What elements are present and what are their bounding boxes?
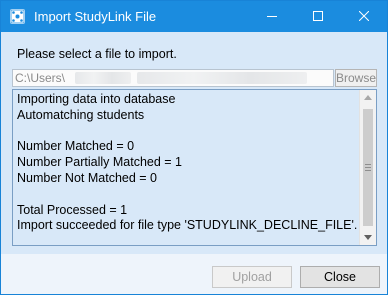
import-log-content: Importing data into database Automatchin… (17, 92, 358, 233)
log-scrollbar[interactable] (359, 90, 376, 245)
browse-button[interactable]: Browse (335, 69, 377, 87)
maximize-icon (313, 11, 323, 21)
minimize-button[interactable] (249, 1, 295, 32)
close-button[interactable]: Close (300, 266, 380, 288)
scroll-thumb[interactable] (363, 109, 373, 226)
file-path-value: C:\Users\ (15, 71, 66, 85)
grip-line (365, 167, 371, 168)
close-window-button[interactable] (341, 1, 387, 32)
redacted-path-segment (75, 72, 131, 84)
scroll-down-arrow-icon[interactable] (364, 235, 372, 240)
upload-button[interactable]: Upload (212, 266, 292, 288)
window-title: Import StudyLink File (34, 9, 157, 24)
app-dialog-icon (10, 9, 25, 24)
import-dialog: Import StudyLink File Please select a fi… (0, 0, 388, 295)
maximize-button[interactable] (295, 1, 341, 32)
import-log-textarea[interactable]: Importing data into database Automatchin… (12, 89, 377, 246)
title-bar[interactable]: Import StudyLink File (1, 1, 387, 32)
grip-line (365, 164, 371, 165)
select-file-prompt: Please select a file to import. (17, 47, 177, 61)
grip-line (365, 170, 371, 171)
close-icon (359, 11, 369, 21)
file-path-field[interactable]: C:\Users\ (12, 69, 334, 87)
scroll-up-arrow-icon[interactable] (364, 95, 372, 100)
dialog-footer: Upload Close (1, 254, 387, 294)
minimize-icon (267, 16, 277, 17)
redacted-path-segment (137, 72, 307, 84)
